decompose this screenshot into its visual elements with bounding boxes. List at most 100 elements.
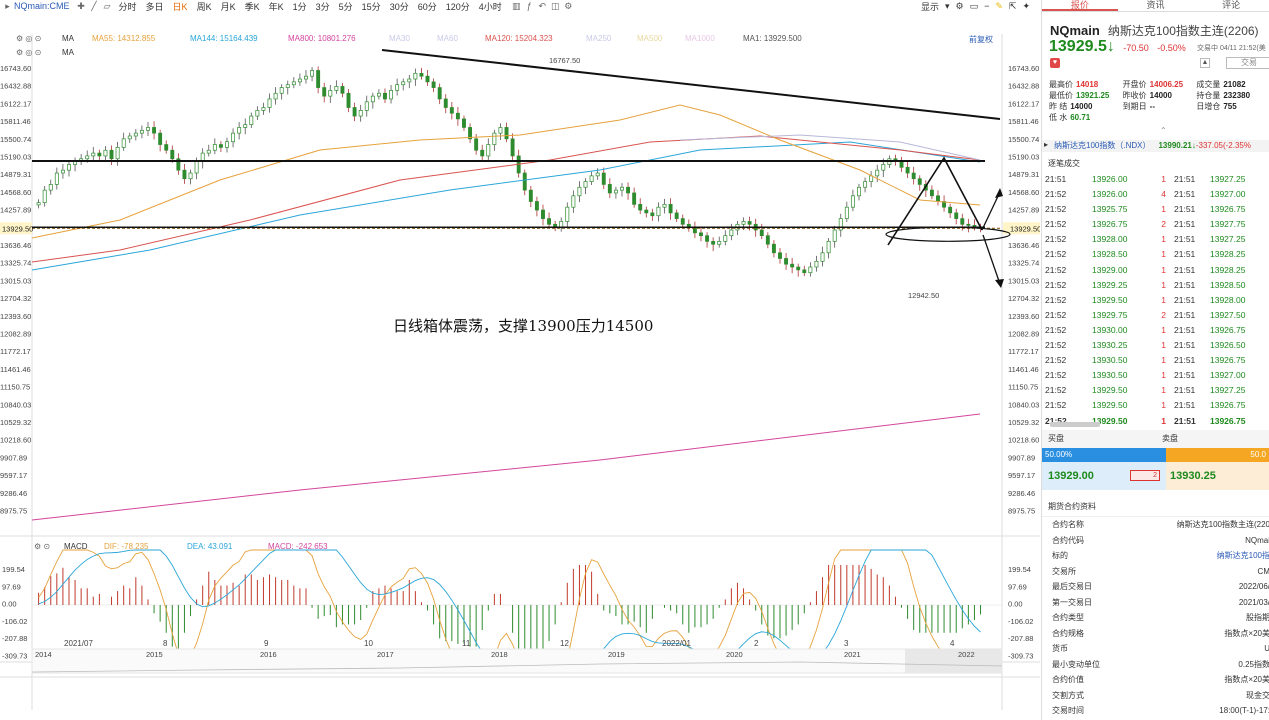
- candle-body[interactable]: [674, 212, 679, 219]
- candle-body[interactable]: [960, 218, 965, 225]
- candle-body[interactable]: [304, 75, 308, 80]
- legend-ma144[interactable]: MA144: 15164.439: [190, 34, 258, 43]
- period-tab[interactable]: 30分: [390, 0, 409, 12]
- candle-body[interactable]: [401, 81, 406, 86]
- candle-body[interactable]: [650, 212, 655, 217]
- candle-body[interactable]: [139, 129, 144, 134]
- legend-ma1[interactable]: MA1: 13929.500: [743, 34, 802, 43]
- candle-body[interactable]: [504, 127, 509, 140]
- candle-body[interactable]: [492, 132, 497, 145]
- candle-body[interactable]: [620, 186, 624, 191]
- candle-body[interactable]: [97, 152, 102, 157]
- candle-body[interactable]: [796, 266, 801, 271]
- candle-body[interactable]: [583, 181, 588, 188]
- candle-body[interactable]: [595, 172, 600, 177]
- candle-body[interactable]: [547, 218, 552, 225]
- macd-value[interactable]: MACD: -242.653: [268, 542, 328, 551]
- expand-icon[interactable]: ▸: [1044, 140, 1048, 149]
- candle-body[interactable]: [656, 206, 661, 217]
- candle-type-icon[interactable]: ▥: [511, 1, 522, 12]
- screenshot-icon[interactable]: ◫: [550, 1, 561, 12]
- period-tab[interactable]: 15分: [362, 0, 381, 12]
- candle-body[interactable]: [273, 92, 278, 100]
- candle-body[interactable]: [255, 110, 260, 117]
- candle-body[interactable]: [231, 132, 236, 143]
- candle-body[interactable]: [328, 90, 333, 97]
- candle-body[interactable]: [316, 70, 321, 88]
- candle-body[interactable]: [36, 202, 41, 206]
- candle-body[interactable]: [954, 212, 959, 219]
- candle-body[interactable]: [352, 107, 357, 117]
- gear-icon[interactable]: ⚙: [956, 1, 964, 12]
- candle-body[interactable]: [267, 98, 272, 108]
- arrow-icon[interactable]: ▸: [2, 1, 13, 12]
- legend-ma800[interactable]: MA800: 10801.276: [288, 34, 356, 43]
- candle-body[interactable]: [42, 189, 47, 203]
- candle-body[interactable]: [73, 161, 78, 165]
- external-icon[interactable]: ⇱: [1009, 1, 1017, 12]
- candle-body[interactable]: [844, 206, 849, 219]
- candle-body[interactable]: [206, 149, 211, 154]
- candle-body[interactable]: [115, 147, 120, 160]
- candle-body[interactable]: [522, 172, 527, 191]
- candle-body[interactable]: [449, 107, 454, 114]
- candle-body[interactable]: [814, 260, 819, 268]
- candle-body[interactable]: [589, 175, 594, 182]
- candle-body[interactable]: [109, 149, 114, 160]
- candle-body[interactable]: [850, 195, 855, 208]
- candle-body[interactable]: [741, 221, 746, 225]
- candle-body[interactable]: [364, 101, 369, 111]
- ruler-icon[interactable]: ▱: [102, 1, 113, 12]
- candle-body[interactable]: [577, 186, 582, 197]
- candle-body[interactable]: [322, 87, 327, 97]
- candle-body[interactable]: [67, 164, 71, 171]
- candle-body[interactable]: [565, 206, 570, 222]
- candle-body[interactable]: [425, 75, 430, 83]
- candle-body[interactable]: [765, 235, 770, 245]
- panel-tab[interactable]: 报价: [1042, 0, 1118, 11]
- legend-ma120[interactable]: MA120: 15204.323: [485, 34, 553, 43]
- candle-body[interactable]: [905, 166, 910, 174]
- candle-body[interactable]: [285, 84, 290, 88]
- chart-area[interactable]: 16743.60 16743.60 16432.88 16432.88 16122.17…: [0, 30, 1041, 720]
- candle-body[interactable]: [407, 78, 412, 83]
- tick-list[interactable]: 21:51 13926.00 1 21:51 13927.25 21:52 13926.00…: [1042, 172, 1269, 429]
- chevron-down-icon[interactable]: ▾: [945, 1, 950, 12]
- crosshair-icon[interactable]: ✚: [76, 1, 87, 12]
- candle-body[interactable]: [747, 221, 752, 225]
- trade-button[interactable]: 交易: [1226, 57, 1269, 69]
- candle-body[interactable]: [790, 263, 795, 268]
- candle-body[interactable]: [237, 127, 242, 134]
- undo-icon[interactable]: ↶: [537, 1, 548, 12]
- period-tab[interactable]: 日K: [173, 0, 188, 12]
- period-tab[interactable]: 4小时: [479, 0, 502, 12]
- candle-body[interactable]: [869, 175, 874, 182]
- candle-body[interactable]: [863, 181, 868, 188]
- candle-body[interactable]: [699, 232, 703, 237]
- candle-body[interactable]: [413, 72, 418, 80]
- candle-body[interactable]: [601, 172, 606, 185]
- candle-body[interactable]: [875, 169, 880, 177]
- candle-body[interactable]: [212, 144, 217, 151]
- candle-body[interactable]: [462, 118, 466, 128]
- candle-body[interactable]: [182, 169, 187, 180]
- candle-body[interactable]: [383, 92, 387, 100]
- candle-body[interactable]: [729, 229, 734, 237]
- candle-body[interactable]: [133, 132, 138, 137]
- candle-body[interactable]: [832, 229, 837, 242]
- info-value[interactable]: 纳斯达克100指: [1152, 548, 1269, 564]
- candle-body[interactable]: [899, 161, 904, 168]
- candle-body[interactable]: [164, 144, 169, 151]
- legend-settings-icon[interactable]: ⚙ ◎ ⊙: [16, 34, 41, 43]
- candle-body[interactable]: [626, 186, 631, 194]
- candle-body[interactable]: [419, 72, 424, 77]
- candle-body[interactable]: [170, 149, 175, 160]
- candle-body[interactable]: [194, 161, 199, 174]
- period-tab[interactable]: 分时: [119, 0, 137, 12]
- candle-body[interactable]: [541, 209, 545, 219]
- candle-body[interactable]: [358, 110, 363, 117]
- legend-ma60[interactable]: MA60: [437, 34, 458, 43]
- candle-body[interactable]: [936, 195, 940, 202]
- symbol-label[interactable]: NQmain:CME: [14, 1, 70, 11]
- candle-body[interactable]: [528, 189, 533, 202]
